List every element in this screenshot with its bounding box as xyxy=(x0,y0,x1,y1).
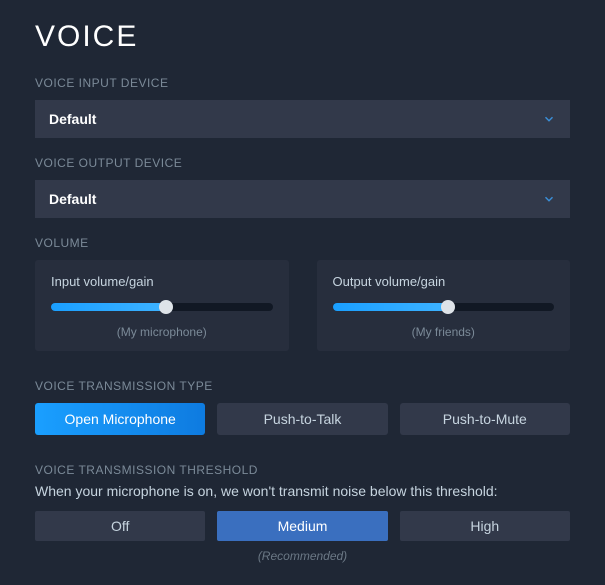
volume-label: VOLUME xyxy=(35,236,570,250)
transmission-option-open-microphone[interactable]: Open Microphone xyxy=(35,403,205,435)
page-title: VOICE xyxy=(35,20,570,54)
input-volume-sub: (My microphone) xyxy=(51,325,273,339)
slider-thumb[interactable] xyxy=(159,300,173,314)
threshold-recommended: (Recommended) xyxy=(35,549,570,563)
threshold-option-medium[interactable]: Medium xyxy=(217,511,387,541)
input-volume-title: Input volume/gain xyxy=(51,274,273,289)
slider-thumb[interactable] xyxy=(441,300,455,314)
input-volume-slider[interactable] xyxy=(51,303,273,311)
output-volume-card: Output volume/gain (My friends) xyxy=(317,260,571,351)
chevron-down-icon xyxy=(542,192,556,206)
transmission-type-label: VOICE TRANSMISSION TYPE xyxy=(35,379,570,393)
input-volume-card: Input volume/gain (My microphone) xyxy=(35,260,289,351)
output-volume-title: Output volume/gain xyxy=(333,274,555,289)
input-device-value: Default xyxy=(49,111,96,127)
transmission-option-push-to-mute[interactable]: Push-to-Mute xyxy=(400,403,570,435)
threshold-desc: When your microphone is on, we won't tra… xyxy=(35,483,570,499)
threshold-option-off[interactable]: Off xyxy=(35,511,205,541)
threshold-label: VOICE TRANSMISSION THRESHOLD xyxy=(35,463,570,477)
chevron-down-icon xyxy=(542,112,556,126)
threshold-option-high[interactable]: High xyxy=(400,511,570,541)
output-device-label: VOICE OUTPUT DEVICE xyxy=(35,156,570,170)
output-volume-sub: (My friends) xyxy=(333,325,555,339)
input-device-label: VOICE INPUT DEVICE xyxy=(35,76,570,90)
output-device-select[interactable]: Default xyxy=(35,180,570,218)
output-device-value: Default xyxy=(49,191,96,207)
input-device-select[interactable]: Default xyxy=(35,100,570,138)
transmission-option-push-to-talk[interactable]: Push-to-Talk xyxy=(217,403,387,435)
output-volume-slider[interactable] xyxy=(333,303,555,311)
